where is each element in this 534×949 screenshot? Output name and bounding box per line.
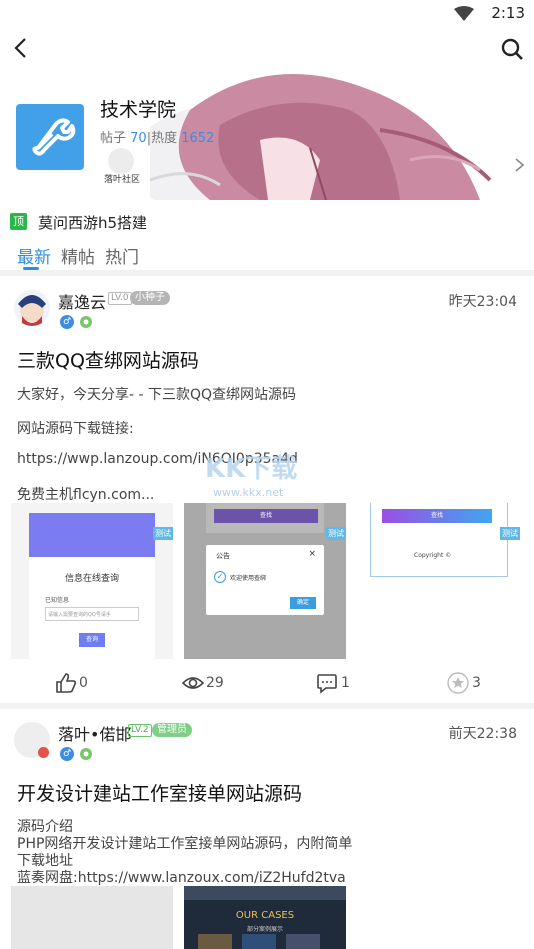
search-icon[interactable]	[500, 37, 524, 61]
male-icon: ♂	[60, 315, 74, 329]
status-time: 2:13	[491, 4, 525, 22]
test-tag: 测试	[326, 527, 346, 540]
role-badge: 管理员	[152, 723, 192, 737]
comment-count: 1	[341, 675, 350, 691]
medal-icon	[80, 748, 92, 760]
post-image[interactable]: OUR CASES 部分案例展示	[184, 886, 346, 949]
post-image[interactable]: 查找 公告 × ✓ 欢迎使用查绑 确定 测试	[184, 503, 346, 659]
watermark-text: KK下载	[205, 454, 298, 484]
posts-count: 70	[130, 131, 147, 146]
image-label: 已知信息	[45, 597, 70, 604]
test-tag: 测试	[153, 527, 173, 540]
tab-featured[interactable]: 精帖	[61, 243, 95, 268]
male-icon: ♂	[60, 747, 74, 761]
author-name[interactable]: 嘉逸云	[58, 289, 106, 313]
comment-button[interactable]: 1	[316, 672, 356, 694]
hot-label: 热度	[151, 131, 178, 146]
image-heading: OUR CASES	[235, 910, 295, 921]
favorite-button[interactable]: 3	[447, 672, 487, 694]
forum-icon	[16, 104, 84, 170]
medal-icon	[80, 316, 92, 328]
community-label: 落叶社区	[104, 175, 141, 185]
test-tag: 测试	[500, 527, 520, 540]
tab-bar: 最新 精帖 热门	[17, 243, 217, 273]
post-text-line: 大家好，今天分享- - 下三款QQ查绑网站源码	[17, 387, 297, 403]
watermark-url: www.kkx.net	[213, 486, 284, 499]
pinned-post[interactable]: 顶 莫问西游h5搭建	[10, 212, 310, 232]
hot-count: 1652	[181, 131, 215, 146]
case-thumb	[242, 934, 276, 949]
image-footer: Copyright ©	[414, 552, 452, 559]
community-avatar[interactable]	[108, 148, 134, 174]
image-input: 请输入需要查询的QQ号请手	[45, 607, 139, 621]
image-heading: 信息在线查询	[65, 574, 120, 584]
case-thumb	[286, 934, 320, 949]
dialog-text: 欢迎使用查绑	[230, 575, 267, 582]
post-image[interactable]	[11, 886, 173, 949]
tab-latest[interactable]: 最新	[17, 243, 51, 268]
like-count: 0	[79, 675, 88, 691]
image-dialog: 公告 × ✓ 欢迎使用查绑 确定	[206, 545, 324, 615]
post-text-line: 免费主机flcyn.com...	[17, 487, 155, 503]
forum-stats: 帖子 70|热度 1652	[100, 131, 215, 146]
role-badge: 小种子	[130, 291, 170, 305]
avatar-image	[18, 295, 46, 326]
post-image[interactable]: 信息在线查询 已知信息 请输入需要查询的QQ号请手 查询 测试	[11, 503, 173, 659]
post-time: 昨天23:04	[448, 294, 517, 310]
check-icon: ✓	[214, 571, 226, 583]
like-button[interactable]: 0	[55, 672, 95, 694]
level-badge: LV.2	[128, 724, 152, 737]
author-name[interactable]: 落叶•偌邯	[58, 721, 131, 745]
watermark: KK下载 www.kkx.net	[205, 448, 315, 504]
status-bar: 2:13	[0, 0, 534, 28]
tab-hot[interactable]: 热门	[105, 243, 139, 268]
avatar[interactable]	[14, 290, 50, 326]
posts-label: 帖子	[100, 131, 127, 146]
post-title[interactable]: 三款QQ查绑网站源码	[17, 346, 199, 373]
verified-badge	[38, 747, 49, 758]
case-thumb	[198, 934, 232, 949]
wifi-icon	[454, 6, 474, 21]
post-title[interactable]: 开发设计建站工作室接单网站源码	[17, 779, 302, 806]
level-badge: LV.0	[108, 292, 132, 305]
forum-title: 技术学院	[100, 99, 177, 121]
dialog-button: 确定	[290, 597, 316, 609]
post-link[interactable]: 蓝奏网盘:https://www.lanzoux.com/iZ2Hufd2tva	[17, 867, 346, 887]
comment-icon	[317, 674, 337, 694]
image-subheading: 部分案例展示	[246, 926, 283, 933]
back-arrow-icon[interactable]	[10, 36, 34, 60]
favorite-count: 3	[472, 675, 481, 691]
view-count: 29	[206, 675, 224, 691]
view-icon	[181, 677, 205, 689]
post-image[interactable]: 查找 Copyright © 测试	[358, 503, 520, 659]
image-button: 查找	[214, 509, 318, 523]
close-icon: ×	[308, 549, 316, 559]
like-icon	[56, 673, 77, 693]
post-text-line: 网站源码下载链接:	[17, 421, 134, 437]
post-time: 前天22:38	[448, 726, 517, 742]
chevron-right-icon[interactable]	[514, 157, 526, 173]
image-button: 查找	[382, 509, 492, 523]
image-header	[184, 886, 346, 900]
pinned-badge: 顶	[10, 213, 27, 230]
view-button[interactable]: 29	[181, 672, 226, 694]
image-button: 查询	[79, 633, 105, 647]
favorite-icon	[447, 672, 469, 694]
wrench-icon	[32, 118, 76, 156]
dialog-title: 公告	[216, 552, 230, 560]
image-header	[29, 513, 155, 557]
pinned-title: 莫问西游h5搭建	[38, 214, 148, 232]
